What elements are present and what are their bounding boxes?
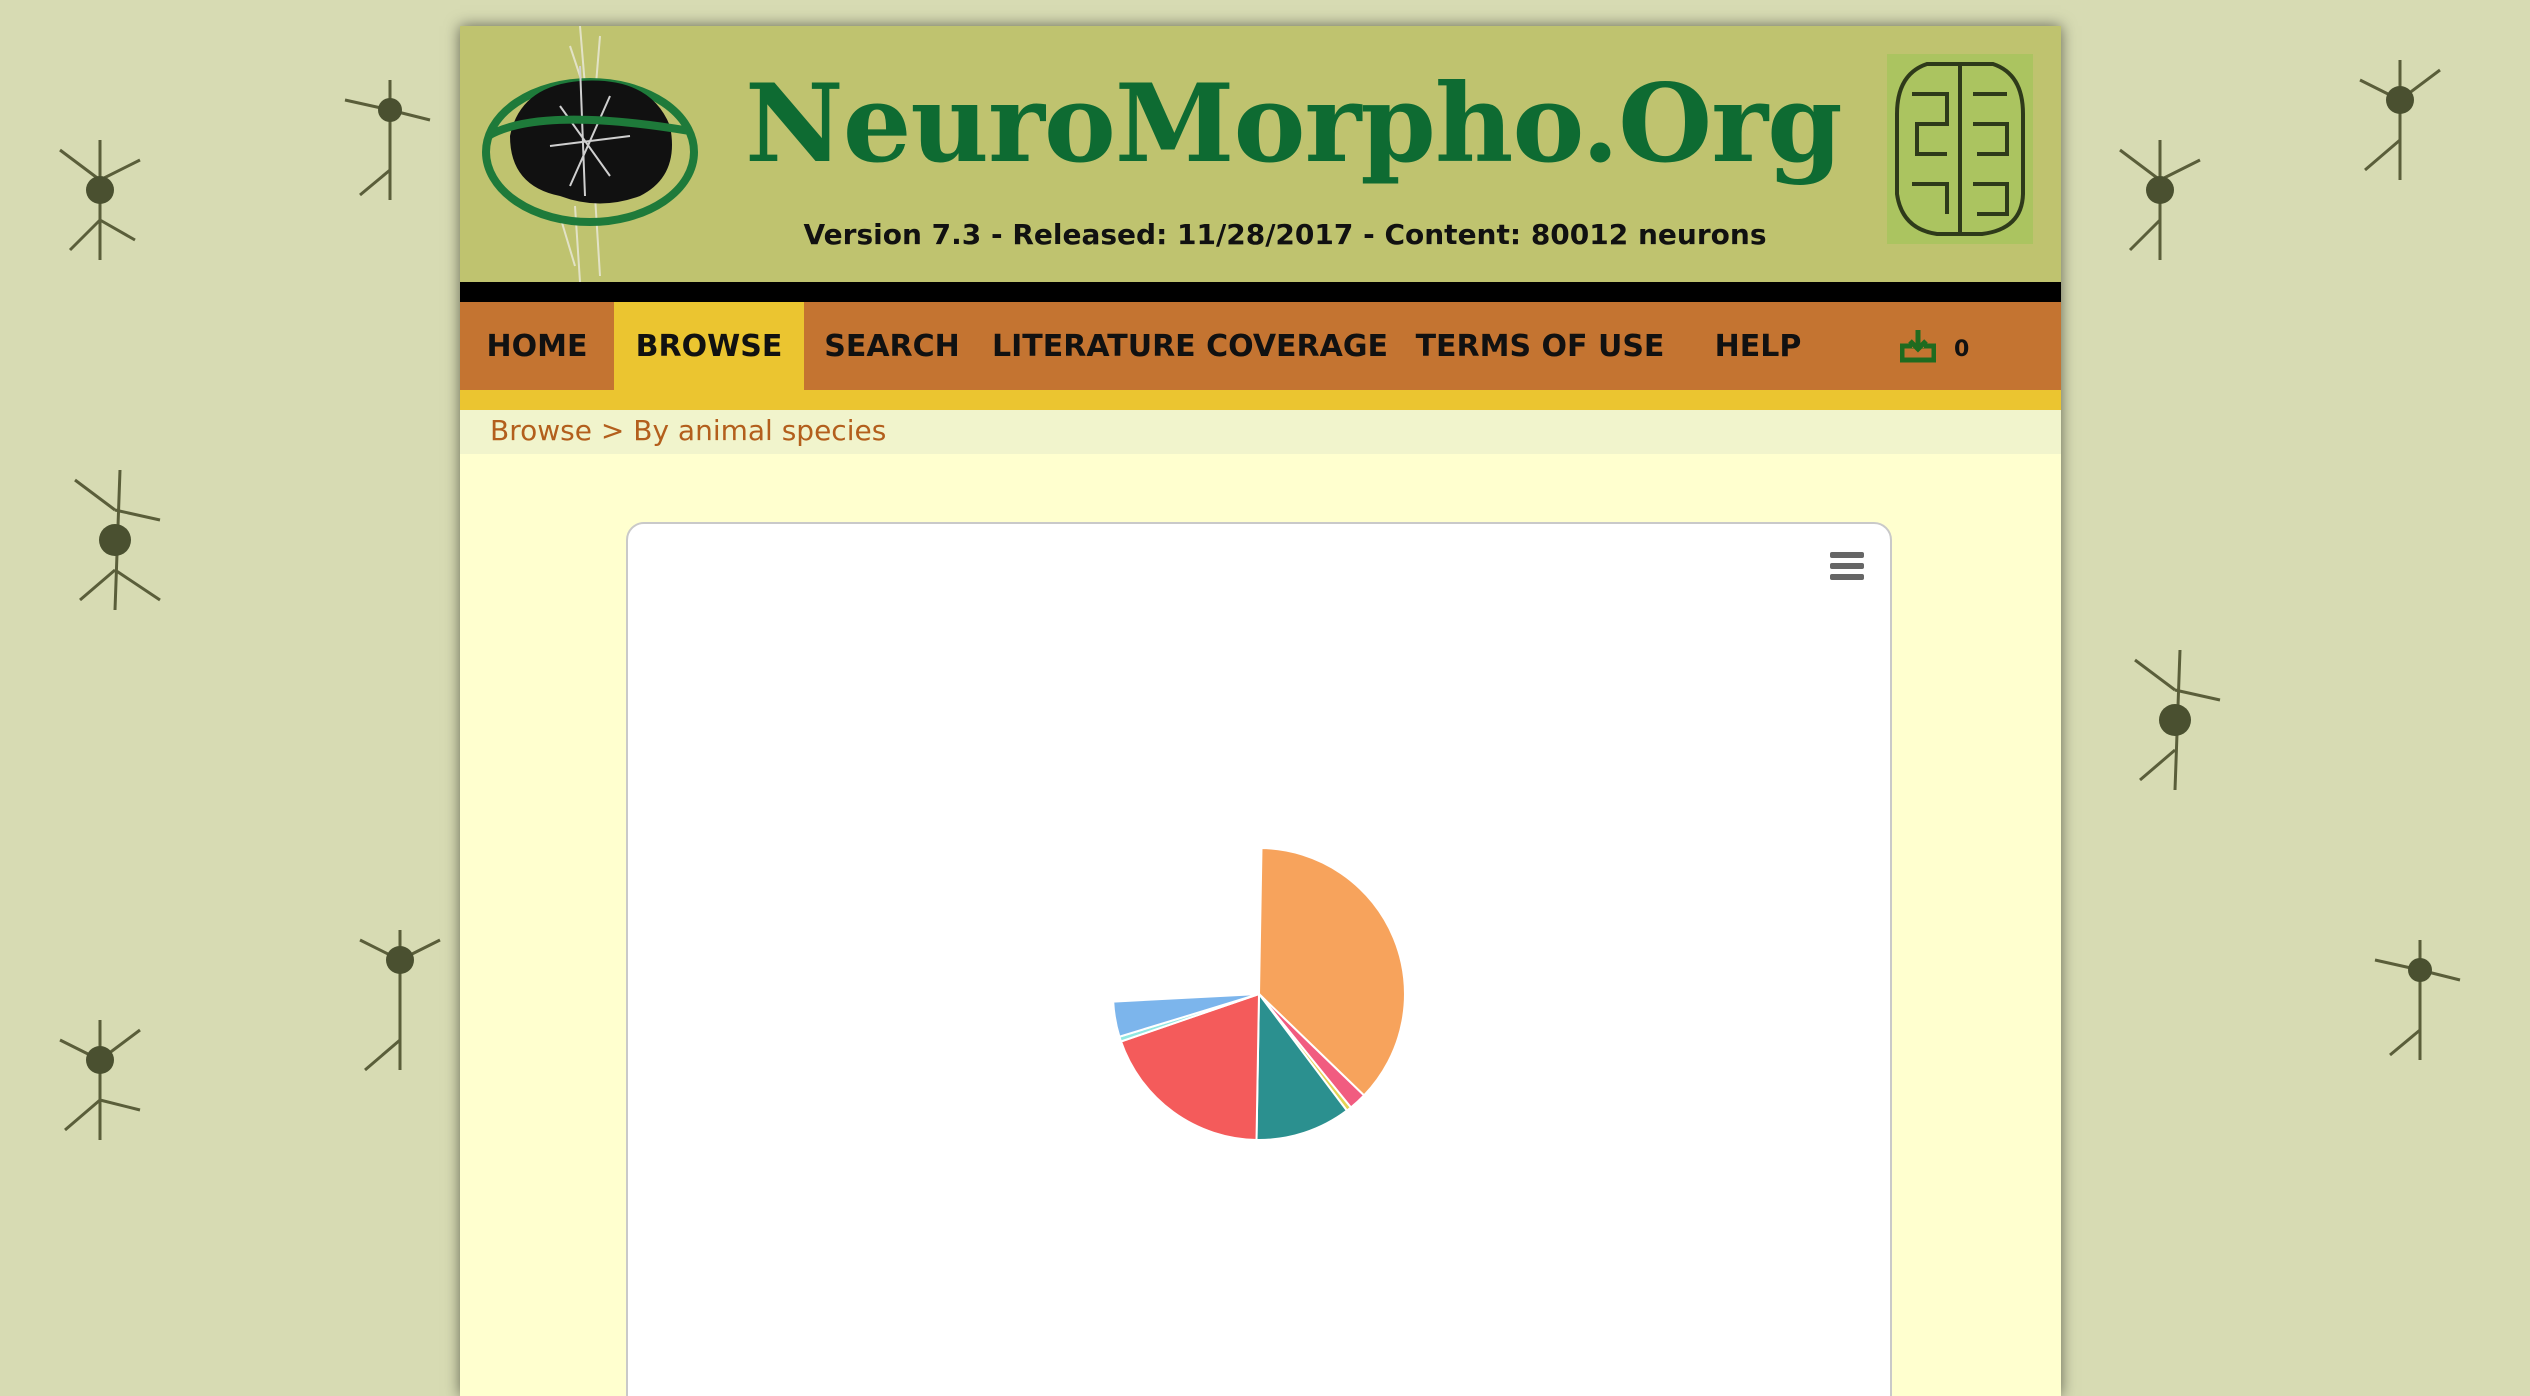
nav-help[interactable]: HELP — [1692, 302, 1824, 390]
species-pie-chart — [1112, 846, 1406, 1142]
download-icon — [1900, 330, 1936, 363]
background-neuron-decoration — [59, 1020, 141, 1140]
background-neuron-decoration — [59, 140, 141, 260]
maze-brain-logo-icon — [1887, 54, 2033, 244]
breadcrumb-separator: > — [600, 414, 625, 447]
background-neuron-decoration — [2134, 649, 2221, 791]
background-neuron-decoration — [2119, 140, 2201, 260]
brain-logo-icon — [482, 26, 698, 282]
background-neuron-decoration — [359, 930, 441, 1072]
species-chart-card — [626, 522, 1892, 1396]
page-container: NeuroMorpho.Org Version 7.3 - Released: … — [460, 26, 2061, 1396]
download-cart-button[interactable]: 0 — [1900, 302, 1969, 390]
breadcrumb-current: By animal species — [633, 414, 887, 447]
site-header: NeuroMorpho.Org Version 7.3 - Released: … — [460, 26, 2061, 282]
background-neuron-decoration — [2374, 940, 2461, 1060]
breadcrumb-browse-link[interactable]: Browse — [490, 414, 592, 447]
background-neuron-decoration — [74, 469, 161, 611]
breadcrumb: Browse > By animal species — [490, 414, 886, 447]
site-subtitle: Version 7.3 - Released: 11/28/2017 - Con… — [803, 218, 1767, 251]
breadcrumb-bar: Browse > By animal species — [460, 410, 2061, 454]
nav-literature-coverage[interactable]: LITERATURE COVERAGE — [992, 302, 1388, 390]
main-navigation: HOME BROWSE SEARCH LITERATURE COVERAGE T… — [460, 302, 2061, 390]
nav-underline — [460, 390, 2061, 410]
download-count: 0 — [1954, 336, 1970, 362]
nav-terms-of-use[interactable]: TERMS OF USE — [1400, 302, 1680, 390]
background-neuron-decoration — [344, 80, 431, 200]
nav-home[interactable]: HOME — [460, 302, 614, 390]
nav-search[interactable]: SEARCH — [804, 302, 980, 390]
nav-browse[interactable]: BROWSE — [614, 302, 804, 390]
site-title[interactable]: NeuroMorpho.Org — [745, 62, 1843, 186]
header-divider — [460, 282, 2061, 302]
background-neuron-decoration — [2359, 60, 2441, 180]
